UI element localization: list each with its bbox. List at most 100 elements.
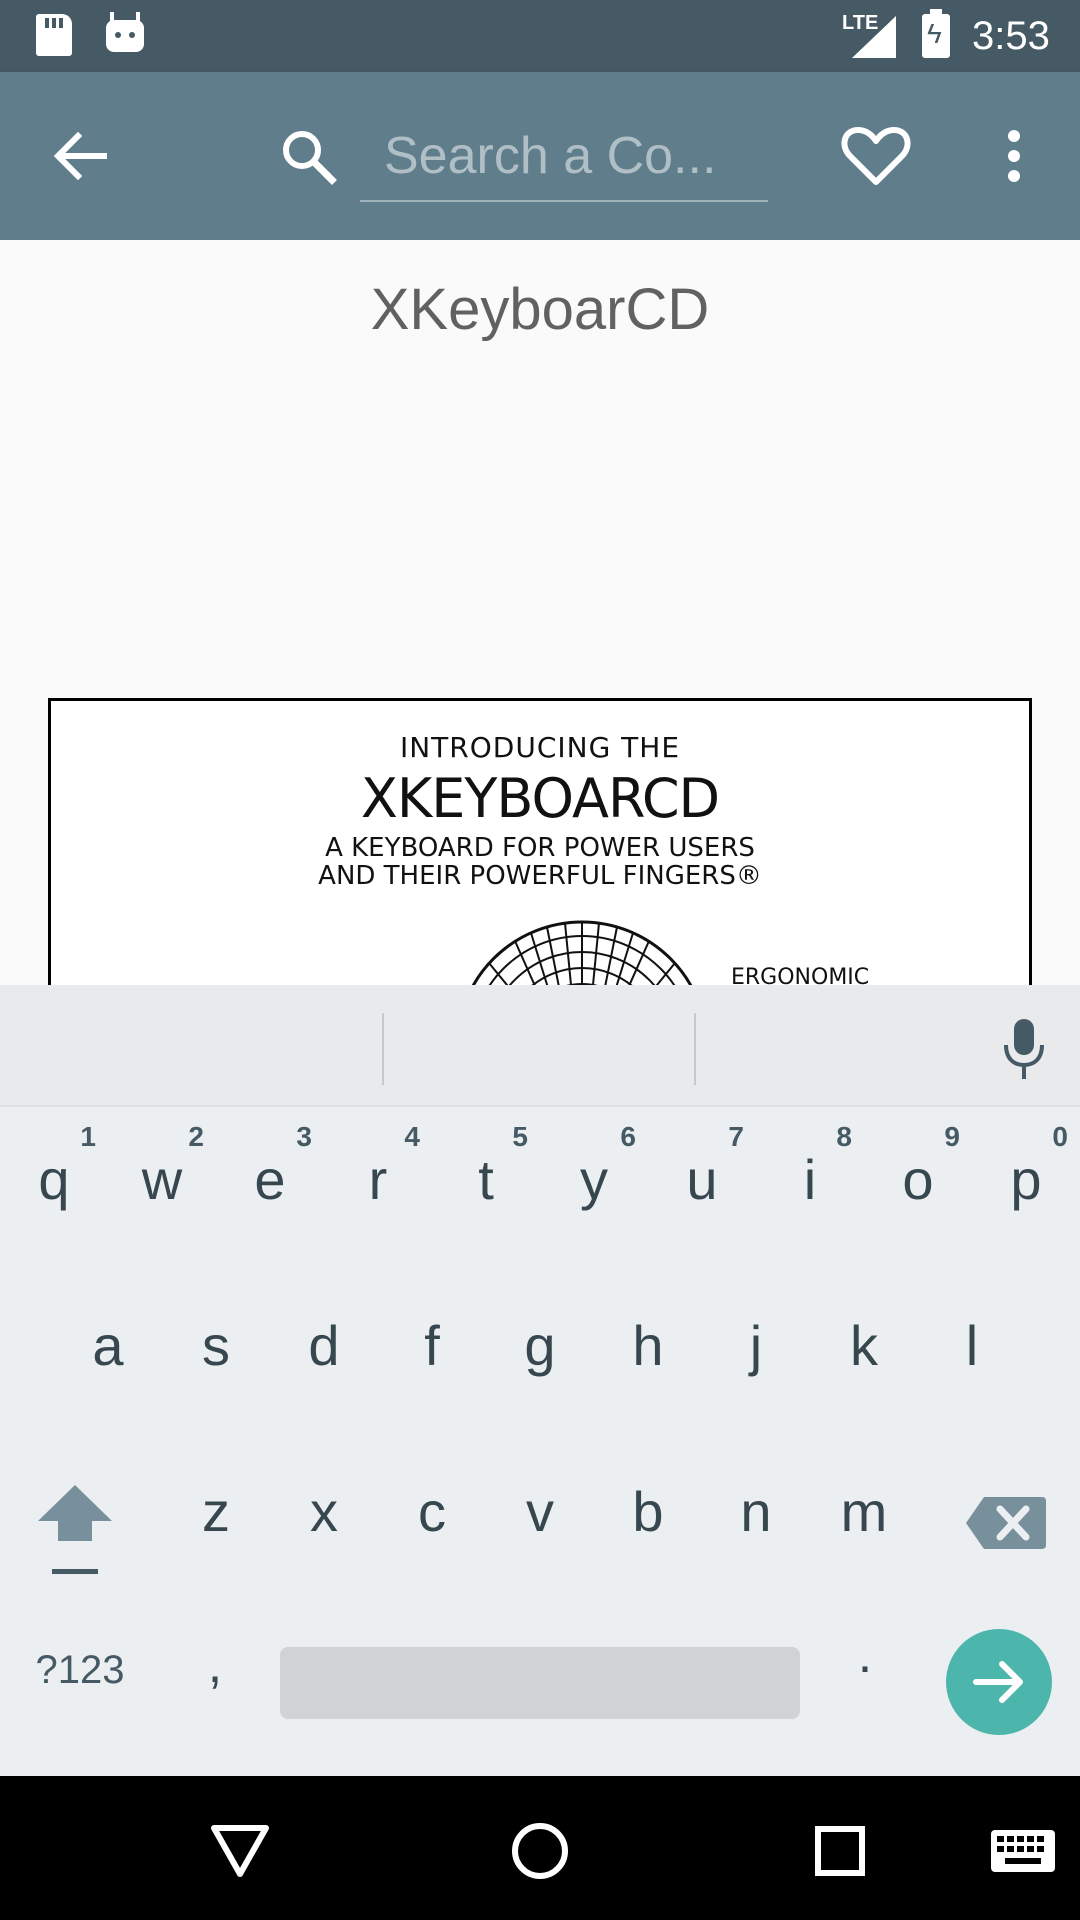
keyboard-switch-button[interactable] [975,1798,1075,1898]
key-label: u [686,1148,718,1211]
back-button[interactable] [40,116,120,196]
circle-home-icon [512,1823,568,1879]
key-b[interactable]: b [594,1445,702,1605]
key-label: b [632,1480,664,1543]
key-label: t [478,1148,494,1211]
round-keyboard-drawing [471,920,693,985]
period-key[interactable]: . [830,1625,900,1715]
backspace-key[interactable] [964,1485,1048,1561]
nav-home-button[interactable] [490,1798,590,1898]
suggestion-divider [694,1013,696,1085]
battery-charging-icon [922,9,950,58]
key-label: p [1010,1148,1042,1211]
key-label: k [850,1314,878,1377]
comic-image[interactable]: INTRODUCING THE XKEYBOARCD A KEYBOARD FO… [48,698,1032,985]
key-s[interactable]: s [162,1279,270,1439]
comic-text-ergonomic: ERGONOMIC [731,965,870,985]
key-label: h [632,1314,664,1377]
key-j[interactable]: j [702,1279,810,1439]
shift-icon [38,1485,112,1574]
clock: 3:53 [972,14,1050,58]
soft-keyboard: 1q 2w 3e 4r 5t 6y 7u 8i 9o 0p a s d f g … [0,985,1080,1776]
key-label: z [202,1480,230,1543]
comma-key[interactable]: , [180,1635,250,1725]
arrow-forward-icon [973,1661,1023,1703]
sd-card-icon [36,14,72,56]
arrow-back-icon [53,131,107,181]
suggestion-divider [382,1013,384,1085]
backspace-icon [966,1497,1046,1549]
search-field[interactable] [360,112,768,202]
shift-key[interactable] [30,1481,120,1591]
key-w[interactable]: 2w [108,1107,216,1267]
more-vert-icon [1008,130,1020,182]
mic-icon[interactable] [1000,1017,1048,1081]
square-recents-icon [815,1826,865,1876]
key-label: f [424,1314,440,1377]
comic-content: XKeyboarCD INTRODUCING THE XKEYBOARCD A … [0,240,1080,985]
more-options-button[interactable] [980,116,1048,196]
space-key[interactable] [280,1647,800,1719]
key-m[interactable]: m [810,1445,918,1605]
key-n[interactable]: n [702,1445,810,1605]
key-label: e [254,1148,286,1211]
suggestion-strip [0,985,1080,1107]
android-debug-icon [106,12,144,52]
key-c[interactable]: c [378,1445,486,1605]
key-label: l [965,1314,979,1377]
key-p[interactable]: 0p [972,1107,1080,1267]
key-k[interactable]: k [810,1279,918,1439]
key-o[interactable]: 9o [864,1107,972,1267]
key-u[interactable]: 7u [648,1107,756,1267]
key-d[interactable]: d [270,1279,378,1439]
search-input[interactable] [360,112,768,200]
nav-recents-button[interactable] [790,1798,890,1898]
comic-text-heading: XKEYBOARCD [360,767,720,830]
navigation-bar [0,1776,1080,1920]
key-label: w [141,1148,183,1211]
key-a[interactable]: a [54,1279,162,1439]
app-bar [0,72,1080,240]
key-v[interactable]: v [486,1445,594,1605]
key-i[interactable]: 8i [756,1107,864,1267]
comic-text-subtitle-2: AND THEIR POWERFUL FINGERS® [318,861,762,891]
key-g[interactable]: g [486,1279,594,1439]
key-label: y [580,1148,608,1211]
key-label: i [803,1148,817,1211]
key-label: v [526,1480,554,1543]
key-label: d [308,1314,340,1377]
key-z[interactable]: z [162,1445,270,1605]
key-label: x [310,1480,338,1543]
key-f[interactable]: f [378,1279,486,1439]
status-bar: LTE 3:53 [0,0,1080,72]
enter-key[interactable] [946,1629,1052,1735]
key-t[interactable]: 5t [432,1107,540,1267]
comic-text-subtitle-1: A KEYBOARD FOR POWER USERS [325,833,755,863]
key-label: j [749,1314,763,1377]
symbols-key[interactable]: ?123 [20,1635,140,1705]
key-x[interactable]: x [270,1445,378,1605]
key-label: o [902,1148,934,1211]
key-q[interactable]: 1q [0,1107,108,1267]
keyboard-icon [991,1830,1055,1872]
triangle-back-icon [211,1825,269,1877]
key-label: n [740,1480,772,1543]
key-label: c [418,1480,446,1543]
key-label: g [524,1314,556,1377]
key-label: a [92,1314,124,1377]
key-h[interactable]: h [594,1279,702,1439]
key-label: m [840,1480,888,1543]
heart-outline-icon [841,127,911,185]
comic-title: XKeyboarCD [370,277,710,342]
comic-text-intro: INTRODUCING THE [399,731,681,764]
signal-icon [852,16,896,58]
key-label: s [202,1314,230,1377]
key-l[interactable]: l [918,1279,1026,1439]
nav-back-button[interactable] [190,1798,290,1898]
key-r[interactable]: 4r [324,1107,432,1267]
key-e[interactable]: 3e [216,1107,324,1267]
key-label: q [38,1148,70,1211]
key-label: r [368,1148,388,1211]
favorite-button[interactable] [836,116,916,196]
key-y[interactable]: 6y [540,1107,648,1267]
